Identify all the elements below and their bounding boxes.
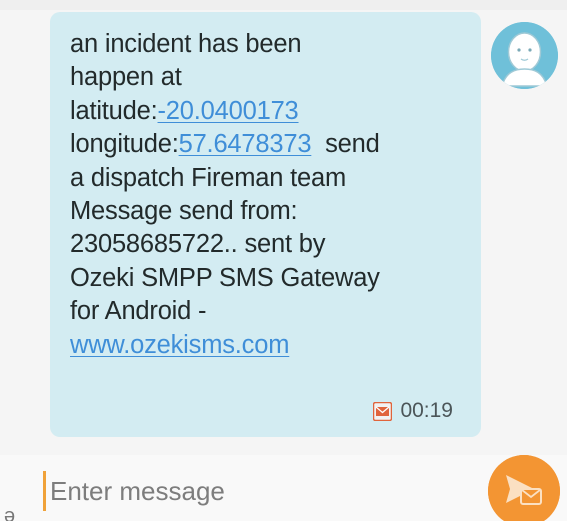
longitude-label: longitude:: [70, 130, 179, 159]
longitude-link[interactable]: 57.6478373: [179, 130, 312, 158]
message-line: for Android -: [70, 297, 207, 326]
message-line: Message send from:: [70, 197, 298, 226]
latitude-link[interactable]: -20.0400173: [158, 97, 299, 125]
message-line-longitude: longitude:57.6478373 send: [70, 128, 463, 161]
message-time: 00:19: [400, 399, 453, 422]
person-avatar-icon[interactable]: [491, 22, 558, 89]
text-cursor: [43, 471, 46, 511]
message-line-latitude: latitude:-20.0400173: [70, 95, 463, 128]
sms-icon: [373, 401, 393, 421]
message-line: an incident has been: [70, 30, 302, 58]
send-button[interactable]: [488, 455, 560, 521]
conversation-screen: an incident has been happen at latitude:…: [0, 0, 567, 521]
message-text: an incident has been happen at latitude:…: [70, 28, 463, 362]
message-line: Ozeki SMPP SMS Gateway: [70, 263, 380, 292]
message-bubble[interactable]: an incident has been happen at latitude:…: [50, 12, 481, 437]
send-sms-icon: [488, 455, 560, 521]
website-link[interactable]: www.ozekisms.com: [70, 331, 289, 359]
partial-glyph: ə: [4, 505, 16, 521]
message-line: a dispatch Fireman team: [70, 163, 347, 192]
message-input[interactable]: [50, 470, 470, 512]
message-meta: 00:19: [373, 399, 453, 423]
top-edge: [0, 0, 567, 10]
longitude-suffix: send: [311, 130, 380, 159]
latitude-label: latitude:: [70, 96, 158, 125]
message-line: 23058685722.. sent by: [70, 230, 326, 259]
message-line: happen at: [70, 63, 182, 92]
message-line-website: www.ozekisms.com: [70, 329, 463, 362]
